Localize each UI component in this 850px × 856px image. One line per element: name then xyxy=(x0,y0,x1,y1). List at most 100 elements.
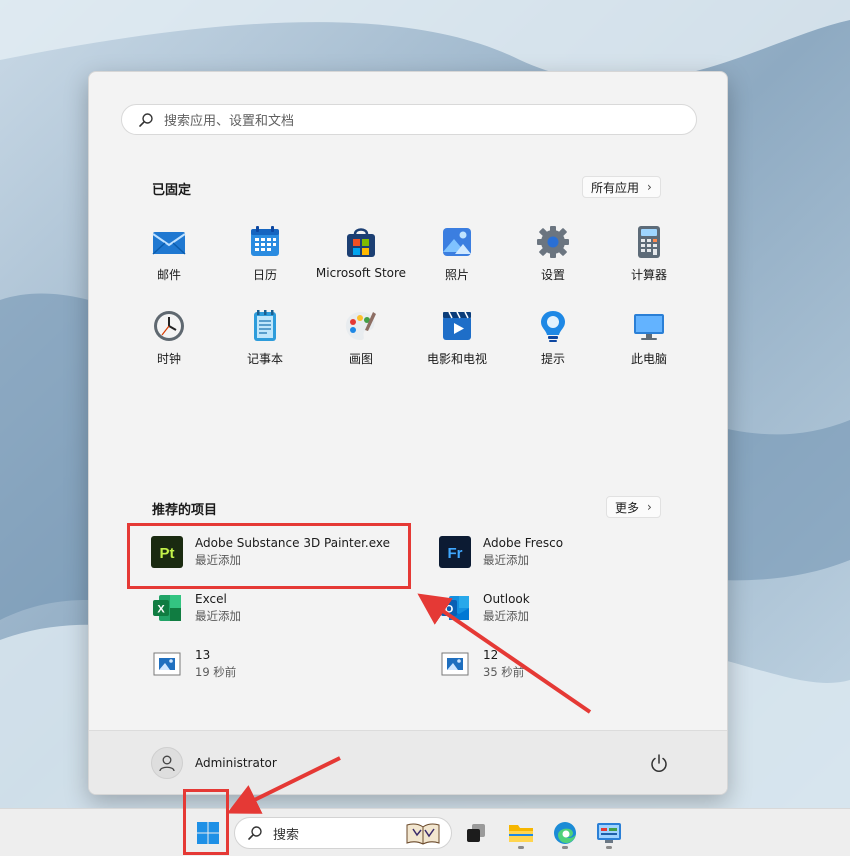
pinned-app-photos[interactable]: 照片 xyxy=(409,220,505,290)
recommended-name: Outlook xyxy=(483,592,530,606)
user-icon xyxy=(159,755,175,772)
all-apps-label: 所有应用 xyxy=(591,180,640,195)
recommended-sub: 最近添加 xyxy=(483,553,529,567)
file-explorer-button[interactable] xyxy=(505,817,537,849)
o-badge-text: O xyxy=(445,604,454,616)
pinned-app-movies-tv[interactable]: 电影和电视 xyxy=(409,304,505,374)
running-indicator xyxy=(518,846,524,849)
calendar-icon xyxy=(251,226,279,256)
control-panel-button[interactable] xyxy=(593,817,625,849)
app-label: 计算器 xyxy=(630,268,667,282)
calculator-icon xyxy=(638,226,660,258)
task-view-icon xyxy=(467,824,485,842)
recommended-name: Excel xyxy=(195,592,227,606)
all-apps-button[interactable]: 所有应用 › xyxy=(582,176,661,198)
start-menu: 搜索应用、设置和文档 已固定 所有应用 › 邮件 日历 Microsoft St… xyxy=(88,71,728,795)
this-pc-icon xyxy=(634,314,664,340)
app-label: 时钟 xyxy=(156,352,181,366)
recommended-name: 12 xyxy=(483,648,499,662)
recommended-sub: 最近添加 xyxy=(195,609,241,623)
recommended-name: Adobe Fresco xyxy=(483,536,564,550)
recommended-name: Adobe Substance 3D Painter.exe xyxy=(195,536,391,550)
recommended-item-image-12[interactable]: 12 35 秒前 xyxy=(419,641,687,687)
pinned-app-paint[interactable]: 画图 xyxy=(313,304,409,374)
recommended-sub: 19 秒前 xyxy=(195,665,237,679)
app-label: Microsoft Store xyxy=(315,266,407,280)
running-indicator xyxy=(606,846,612,849)
search-placeholder: 搜索应用、设置和文档 xyxy=(164,114,295,129)
pinned-app-this-pc[interactable]: 此电脑 xyxy=(601,304,697,374)
edge-browser-button[interactable] xyxy=(549,817,581,849)
chevron-right-icon: › xyxy=(647,500,652,514)
settings-gear-icon xyxy=(537,226,569,258)
app-label: 记事本 xyxy=(246,352,283,366)
pt-badge-text: Pt xyxy=(160,545,175,562)
edge-icon xyxy=(554,822,576,844)
recommended-item-outlook[interactable]: O Outlook 最近添加 xyxy=(419,585,687,631)
app-label: 设置 xyxy=(540,268,565,282)
pinned-app-mail[interactable]: 邮件 xyxy=(121,220,217,290)
app-label: 日历 xyxy=(252,268,277,282)
app-label: 邮件 xyxy=(156,268,181,282)
recommended-item-substance-painter[interactable]: Pt Adobe Substance 3D Painter.exe 最近添加 xyxy=(131,529,399,575)
more-label: 更多 xyxy=(615,500,640,515)
user-name: Administrator xyxy=(195,756,277,770)
search-icon xyxy=(248,826,262,840)
fr-badge-text: Fr xyxy=(448,545,463,562)
app-label: 照片 xyxy=(444,268,469,282)
excel-icon: X xyxy=(153,595,181,621)
recommended-sub: 最近添加 xyxy=(195,553,241,567)
recommended-sub: 35 秒前 xyxy=(483,665,525,679)
task-view-button[interactable] xyxy=(460,817,492,849)
pinned-app-store[interactable]: Microsoft Store xyxy=(313,220,409,290)
pinned-app-calculator[interactable]: 计算器 xyxy=(601,220,697,290)
search-highlight-book-icon xyxy=(406,823,440,845)
tips-icon xyxy=(541,311,565,342)
windows-logo-icon xyxy=(197,822,219,844)
store-icon xyxy=(347,228,375,257)
taskbar-search-box[interactable]: 搜索 xyxy=(234,817,452,849)
recommended-name: 13 xyxy=(195,648,211,662)
photos-icon xyxy=(443,228,471,256)
recommended-item-image-13[interactable]: 13 19 秒前 xyxy=(131,641,399,687)
more-button[interactable]: 更多 › xyxy=(606,496,661,518)
taskbar: 搜索 xyxy=(0,808,850,856)
notepad-icon xyxy=(254,310,276,341)
user-account-button[interactable]: Administrator xyxy=(151,747,277,779)
app-label: 画图 xyxy=(348,352,373,366)
app-label: 提示 xyxy=(540,352,565,366)
recommended-sub: 最近添加 xyxy=(483,609,529,623)
recommended-item-excel[interactable]: X Excel 最近添加 xyxy=(131,585,399,631)
x-badge-text: X xyxy=(157,604,165,616)
folder-icon xyxy=(509,825,533,842)
pinned-app-settings[interactable]: 设置 xyxy=(505,220,601,290)
pinned-app-notepad[interactable]: 记事本 xyxy=(217,304,313,374)
pinned-app-calendar[interactable]: 日历 xyxy=(217,220,313,290)
outlook-icon: O xyxy=(441,596,469,620)
chevron-right-icon: › xyxy=(647,180,652,194)
pinned-app-clock[interactable]: 时钟 xyxy=(121,304,217,374)
image-file-icon xyxy=(153,652,181,676)
recommended-item-adobe-fresco[interactable]: Fr Adobe Fresco 最近添加 xyxy=(419,529,687,575)
taskbar-search-label: 搜索 xyxy=(273,827,300,843)
image-file-icon xyxy=(441,652,469,676)
paint-icon xyxy=(345,312,376,340)
running-indicator xyxy=(562,846,568,849)
power-icon[interactable] xyxy=(649,753,669,773)
start-menu-footer: Administrator xyxy=(89,730,727,794)
start-button[interactable] xyxy=(192,817,224,849)
start-search-box[interactable]: 搜索应用、设置和文档 xyxy=(121,104,697,135)
control-panel-icon xyxy=(597,823,621,843)
movies-tv-icon xyxy=(443,311,471,340)
app-label: 电影和电视 xyxy=(426,352,487,366)
search-icon xyxy=(139,112,153,127)
clock-icon xyxy=(154,311,184,341)
mail-icon xyxy=(152,232,186,255)
recommended-title: 推荐的项目 xyxy=(152,503,218,518)
avatar xyxy=(151,747,183,779)
substance-painter-icon: Pt xyxy=(151,536,183,568)
pinned-title: 已固定 xyxy=(152,183,192,198)
app-label: 此电脑 xyxy=(630,352,667,366)
adobe-fresco-icon: Fr xyxy=(439,536,471,568)
pinned-app-tips[interactable]: 提示 xyxy=(505,304,601,374)
